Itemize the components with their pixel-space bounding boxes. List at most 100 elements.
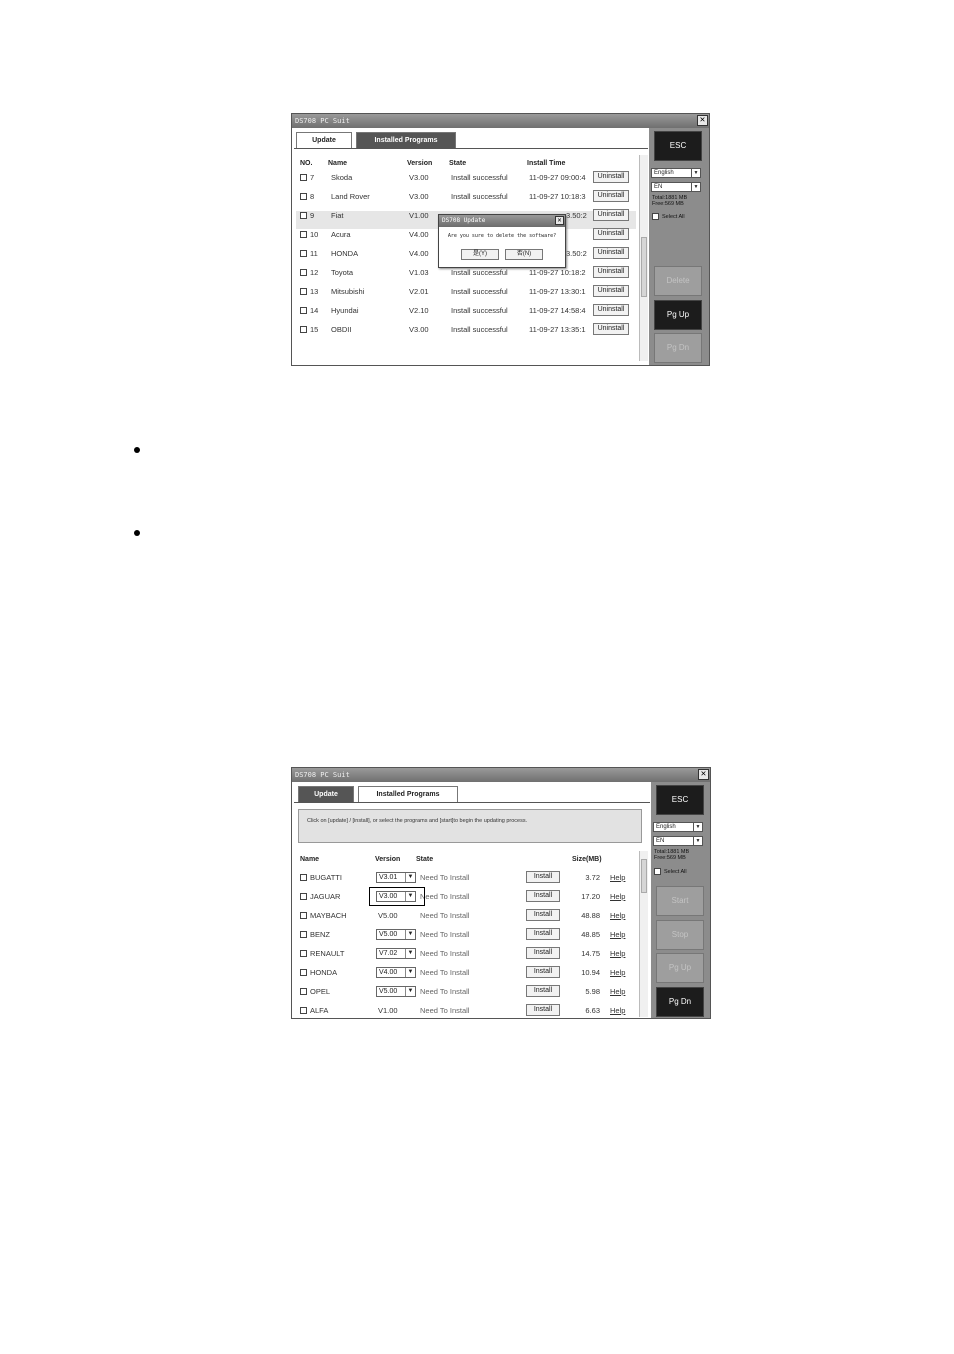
- install-button[interactable]: Install: [526, 890, 560, 902]
- row-checkbox[interactable]: [300, 931, 307, 938]
- scrollbar-thumb[interactable]: [641, 859, 647, 893]
- tab-update[interactable]: Update: [296, 132, 352, 148]
- help-link[interactable]: Help: [610, 949, 625, 958]
- row-number: 9: [310, 211, 315, 220]
- row-name: HONDA: [331, 249, 359, 258]
- install-button[interactable]: Install: [526, 909, 560, 921]
- uninstall-button[interactable]: Uninstall: [593, 304, 629, 316]
- select-all-checkbox[interactable]: Select All: [652, 213, 685, 220]
- row-checkbox[interactable]: [300, 950, 307, 957]
- language-select[interactable]: English ▼: [653, 822, 703, 832]
- version-select[interactable]: V4.00 ▼: [376, 967, 416, 978]
- tab-installed-programs[interactable]: Installed Programs: [356, 132, 456, 148]
- row-version: V3.00: [409, 192, 429, 201]
- dialog-no-button[interactable]: 否(N): [505, 249, 543, 260]
- start-button[interactable]: Start: [656, 886, 704, 916]
- row-checkbox[interactable]: [300, 307, 307, 314]
- row-state: Install successful: [451, 173, 508, 182]
- dialog-yes-button[interactable]: 是(Y): [461, 249, 499, 260]
- row-checkbox[interactable]: [300, 912, 307, 919]
- page-up-button[interactable]: Pg Up: [656, 953, 704, 983]
- close-icon[interactable]: ✕: [698, 769, 709, 780]
- row-version: V3.00: [409, 173, 429, 182]
- row-install-time: 3.50:2: [566, 211, 587, 220]
- region-value: EN: [654, 184, 663, 190]
- row-checkbox[interactable]: [300, 326, 307, 333]
- page-up-button[interactable]: Pg Up: [654, 300, 702, 330]
- version-select[interactable]: V5.00 ▼: [376, 986, 416, 997]
- help-link[interactable]: Help: [610, 873, 625, 882]
- help-link[interactable]: Help: [610, 1006, 625, 1015]
- install-button[interactable]: Install: [526, 928, 560, 940]
- chevron-down-icon: ▼: [691, 183, 700, 191]
- install-button[interactable]: Install: [526, 947, 560, 959]
- help-link[interactable]: Help: [610, 930, 625, 939]
- uninstall-button[interactable]: Uninstall: [593, 323, 629, 335]
- chevron-down-icon: ▼: [693, 823, 702, 831]
- page-down-button[interactable]: Pg Dn: [656, 987, 704, 1017]
- uninstall-button[interactable]: Uninstall: [593, 247, 629, 259]
- help-link[interactable]: Help: [610, 892, 625, 901]
- row-name: Acura: [331, 230, 351, 239]
- uninstall-button[interactable]: Uninstall: [593, 171, 629, 183]
- row-checkbox[interactable]: [300, 969, 307, 976]
- row-checkbox[interactable]: [300, 988, 307, 995]
- esc-button[interactable]: ESC: [656, 785, 704, 815]
- row-checkbox[interactable]: [300, 269, 307, 276]
- row-checkbox[interactable]: [300, 231, 307, 238]
- tab-update[interactable]: Update: [298, 786, 354, 802]
- row-state: Need To Install: [420, 1006, 470, 1015]
- install-button[interactable]: Install: [526, 1004, 560, 1016]
- uninstall-button[interactable]: Uninstall: [593, 266, 629, 278]
- side-panel: ESC English ▼ EN ▼ Total:1881 MB Free:569 …: [649, 128, 709, 365]
- row-checkbox[interactable]: [300, 874, 307, 881]
- select-all-checkbox[interactable]: Select All: [654, 868, 687, 875]
- row-state: Install successful: [451, 192, 508, 201]
- close-icon[interactable]: ✕: [697, 115, 708, 126]
- disk-free: Free:569 MB: [654, 855, 686, 861]
- col-header-install-time: Install Time: [527, 160, 566, 167]
- vertical-scrollbar[interactable]: [639, 851, 648, 1017]
- region-select[interactable]: EN ▼: [651, 182, 701, 192]
- version-select[interactable]: V7.02 ▼: [376, 948, 416, 959]
- row-checkbox[interactable]: [300, 288, 307, 295]
- uninstall-button[interactable]: Uninstall: [593, 190, 629, 202]
- row-checkbox[interactable]: [300, 193, 307, 200]
- install-button[interactable]: Install: [526, 966, 560, 978]
- version-select[interactable]: V3.01 ▼: [376, 872, 416, 883]
- help-link[interactable]: Help: [610, 911, 625, 920]
- esc-button[interactable]: ESC: [654, 131, 702, 161]
- language-select[interactable]: English ▼: [651, 168, 701, 178]
- row-checkbox[interactable]: [300, 250, 307, 257]
- uninstall-button[interactable]: Uninstall: [593, 228, 629, 240]
- row-install-time: 11-09-27 10:18:2: [529, 268, 586, 277]
- version-select[interactable]: V5.00 ▼: [376, 929, 416, 940]
- dialog-title: DS708 Update: [442, 217, 486, 224]
- region-select[interactable]: EN ▼: [653, 836, 703, 846]
- install-button[interactable]: Install: [526, 871, 560, 883]
- help-link[interactable]: Help: [610, 987, 625, 996]
- tab-installed-programs[interactable]: Installed Programs: [358, 786, 458, 802]
- row-number: 10: [310, 230, 319, 239]
- row-state: Need To Install: [420, 911, 470, 920]
- page-down-button[interactable]: Pg Dn: [654, 333, 702, 363]
- dialog-title-bar: DS708 Update ✕: [439, 215, 565, 227]
- row-checkbox[interactable]: [300, 893, 307, 900]
- row-name: HONDA: [310, 968, 338, 977]
- row-state: Need To Install: [420, 987, 470, 996]
- vertical-scrollbar[interactable]: [639, 155, 648, 361]
- row-install-time: 11-09-27 13:35:1: [529, 325, 586, 334]
- col-header-version: Version: [407, 160, 433, 167]
- row-size: 6.63: [585, 1006, 600, 1015]
- dialog-close-icon[interactable]: ✕: [555, 216, 564, 225]
- stop-button[interactable]: Stop: [656, 920, 704, 950]
- scrollbar-thumb[interactable]: [641, 237, 647, 297]
- row-checkbox[interactable]: [300, 212, 307, 219]
- install-button[interactable]: Install: [526, 985, 560, 997]
- help-link[interactable]: Help: [610, 968, 625, 977]
- row-checkbox[interactable]: [300, 174, 307, 181]
- uninstall-button[interactable]: Uninstall: [593, 285, 629, 297]
- delete-button[interactable]: Delete: [654, 266, 702, 296]
- row-checkbox[interactable]: [300, 1007, 307, 1014]
- uninstall-button[interactable]: Uninstall: [593, 209, 629, 221]
